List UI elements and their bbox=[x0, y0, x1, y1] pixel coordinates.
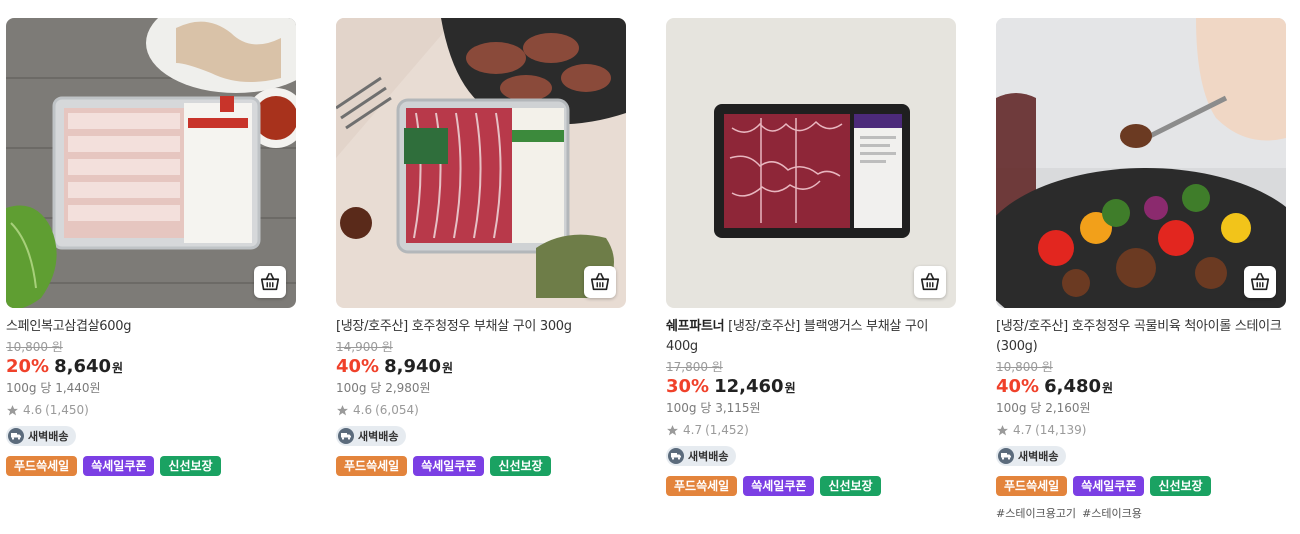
badge-coupon: 쓱세일쿠폰 bbox=[83, 456, 155, 476]
star-icon bbox=[667, 424, 678, 435]
product-card[interactable]: [냉장/호주산] 호주청정우 곡물비육 척아이롤 스테이크 (300g) 10,… bbox=[996, 18, 1286, 521]
unit-price: 100g 당 1,440원 bbox=[6, 381, 101, 395]
rating: 4.6 (1,450) bbox=[6, 402, 296, 418]
rating-score: 4.6 bbox=[23, 403, 43, 417]
badge-coupon: 쓱세일쿠폰 bbox=[743, 476, 815, 496]
discount-rate: 30% bbox=[666, 376, 710, 397]
product-image[interactable] bbox=[6, 18, 296, 308]
promo-badges: 푸드쓱세일 쓱세일쿠폰 신선보장 bbox=[6, 456, 296, 476]
currency-unit: 원 bbox=[442, 361, 454, 375]
currency-unit: 원 bbox=[112, 361, 124, 375]
product-name[interactable]: 쉐프파트너 [냉장/호주산] 블랙앵거스 부채살 구이 400g bbox=[666, 317, 956, 357]
badge-food-sale: 푸드쓱세일 bbox=[6, 456, 78, 476]
add-to-cart-button[interactable] bbox=[914, 266, 946, 298]
unit-price: 100g 당 2,160원 bbox=[996, 401, 1091, 415]
hashtag-link[interactable]: #스테이크용고기 bbox=[996, 505, 1076, 521]
price-row: 40% 6,480 원 bbox=[996, 375, 1286, 400]
badge-fresh-guarantee: 신선보장 bbox=[160, 456, 221, 476]
original-price: 17,800 원 bbox=[666, 360, 723, 374]
sale-price: 8,940 bbox=[384, 356, 442, 377]
badge-fresh-guarantee: 신선보장 bbox=[490, 456, 551, 476]
product-card[interactable]: 스페인복고삼겹살600g 10,800 원 20% 8,640 원 100g 당… bbox=[6, 18, 296, 476]
product-name[interactable]: [냉장/호주산] 호주청정우 부채살 구이 300g bbox=[336, 317, 626, 337]
rating: 4.7 (1,452) bbox=[666, 422, 956, 438]
hashtags: #스테이크용고기 #스테이크용 bbox=[996, 505, 1286, 521]
discount-rate: 40% bbox=[996, 376, 1040, 397]
promo-badges: 푸드쓱세일 쓱세일쿠폰 신선보장 bbox=[996, 476, 1286, 496]
delivery-truck-icon bbox=[668, 448, 684, 464]
delivery-badge: 새벽배송 bbox=[336, 426, 407, 446]
steak-dish-photo bbox=[996, 18, 1286, 308]
pork-belly-photo bbox=[6, 18, 296, 308]
rating-score: 4.6 bbox=[353, 403, 373, 417]
badge-food-sale: 푸드쓱세일 bbox=[666, 476, 738, 496]
cart-basket-icon bbox=[259, 271, 281, 293]
add-to-cart-button[interactable] bbox=[584, 266, 616, 298]
price-row: 30% 12,460 원 bbox=[666, 375, 956, 400]
rating-score: 4.7 bbox=[683, 423, 703, 437]
review-count: (6,054) bbox=[375, 403, 419, 417]
cart-basket-icon bbox=[589, 271, 611, 293]
delivery-badge: 새벽배송 bbox=[666, 446, 737, 466]
badge-coupon: 쓱세일쿠폰 bbox=[413, 456, 485, 476]
product-name[interactable]: [냉장/호주산] 호주청정우 곡물비육 척아이롤 스테이크 (300g) bbox=[996, 317, 1286, 357]
unit-price: 100g 당 3,115원 bbox=[666, 401, 761, 415]
badge-coupon: 쓱세일쿠폰 bbox=[1073, 476, 1145, 496]
star-icon bbox=[7, 404, 18, 415]
price-row: 40% 8,940 원 bbox=[336, 355, 626, 380]
delivery-truck-icon bbox=[338, 428, 354, 444]
delivery-badge: 새벽배송 bbox=[996, 446, 1067, 466]
delivery-badge: 새벽배송 bbox=[6, 426, 77, 446]
badge-fresh-guarantee: 신선보장 bbox=[820, 476, 881, 496]
original-price: 14,900 원 bbox=[336, 340, 393, 354]
currency-unit: 원 bbox=[784, 381, 796, 395]
product-card[interactable]: 쉐프파트너 [냉장/호주산] 블랙앵거스 부채살 구이 400g 17,800 … bbox=[666, 18, 956, 496]
promo-badges: 푸드쓱세일 쓱세일쿠폰 신선보장 bbox=[666, 476, 956, 496]
product-image[interactable] bbox=[666, 18, 956, 308]
hashtag-link[interactable]: #스테이크용 bbox=[1082, 505, 1142, 521]
cart-basket-icon bbox=[919, 271, 941, 293]
discount-rate: 40% bbox=[336, 356, 380, 377]
original-price: 10,800 원 bbox=[996, 360, 1053, 374]
star-icon bbox=[997, 424, 1008, 435]
rating-score: 4.7 bbox=[1013, 423, 1033, 437]
delivery-truck-icon bbox=[8, 428, 24, 444]
sale-price: 12,460 bbox=[714, 376, 784, 397]
unit-price: 100g 당 2,980원 bbox=[336, 381, 431, 395]
currency-unit: 원 bbox=[1102, 381, 1114, 395]
sale-price: 8,640 bbox=[54, 356, 112, 377]
review-count: (1,450) bbox=[45, 403, 89, 417]
star-icon bbox=[337, 404, 348, 415]
cart-basket-icon bbox=[1249, 271, 1271, 293]
sale-price: 6,480 bbox=[1044, 376, 1102, 397]
review-count: (1,452) bbox=[705, 423, 749, 437]
angus-tray-photo bbox=[666, 18, 956, 308]
original-price: 10,800 원 bbox=[6, 340, 63, 354]
promo-badges: 푸드쓱세일 쓱세일쿠폰 신선보장 bbox=[336, 456, 626, 476]
add-to-cart-button[interactable] bbox=[254, 266, 286, 298]
product-card[interactable]: [냉장/호주산] 호주청정우 부채살 구이 300g 14,900 원 40% … bbox=[336, 18, 626, 476]
rating: 4.6 (6,054) bbox=[336, 402, 626, 418]
delivery-truck-icon bbox=[998, 448, 1014, 464]
badge-food-sale: 푸드쓱세일 bbox=[336, 456, 408, 476]
discount-rate: 20% bbox=[6, 356, 50, 377]
product-name[interactable]: 스페인복고삼겹살600g bbox=[6, 317, 296, 337]
badge-fresh-guarantee: 신선보장 bbox=[1150, 476, 1211, 496]
badge-food-sale: 푸드쓱세일 bbox=[996, 476, 1068, 496]
add-to-cart-button[interactable] bbox=[1244, 266, 1276, 298]
review-count: (14,139) bbox=[1035, 423, 1087, 437]
rating: 4.7 (14,139) bbox=[996, 422, 1286, 438]
product-brand: 쉐프파트너 bbox=[666, 319, 725, 334]
product-image[interactable] bbox=[336, 18, 626, 308]
beef-tray-photo bbox=[336, 18, 626, 308]
price-row: 20% 8,640 원 bbox=[6, 355, 296, 380]
product-image[interactable] bbox=[996, 18, 1286, 308]
